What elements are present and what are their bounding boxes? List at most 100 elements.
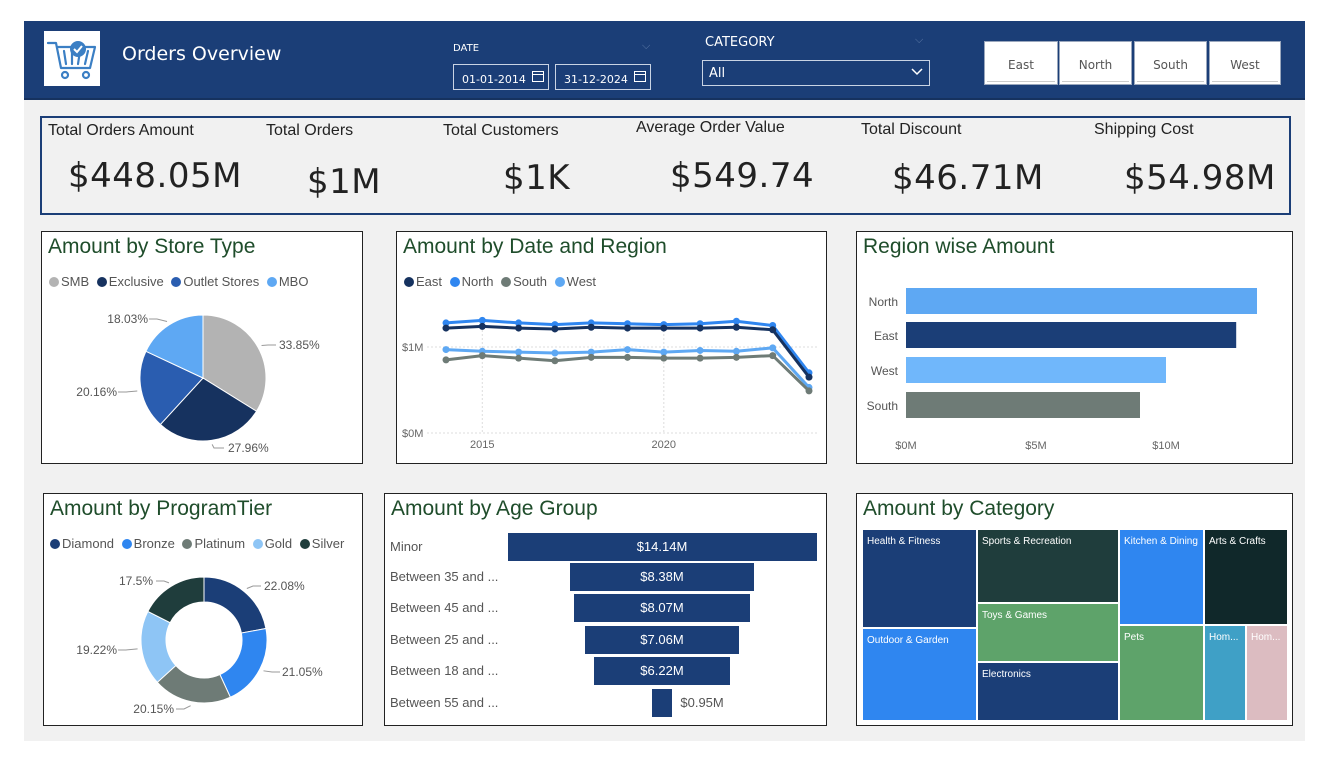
date-region-card: Amount by Date and Region East North Sou… [396, 231, 827, 464]
treemap-tile: Pets [1119, 625, 1204, 721]
region-button-east[interactable]: East [984, 41, 1058, 85]
data-point [478, 352, 486, 360]
dashboard-canvas: Orders Overview DATE ⌵ 01-01-2014 31-12-… [0, 0, 1323, 757]
kpi-value: $54.98M [1124, 158, 1276, 198]
leader-line [263, 670, 280, 673]
data-point [732, 323, 740, 331]
leader-line [118, 390, 138, 393]
kpi-label: Total Customers [443, 122, 559, 139]
treemap-tile: Sports & Recreation [977, 529, 1119, 603]
data-point [551, 357, 559, 365]
kpi-value: $1K [503, 158, 571, 198]
date-from-input[interactable]: 01-01-2014 [453, 64, 549, 90]
treemap-tile: Electronics [977, 662, 1119, 721]
date-to-input[interactable]: 31-12-2024 [555, 64, 651, 90]
region-amount-card: Region wise Amount North East West South $0M… [856, 231, 1293, 464]
age-group-card: Amount by Age Group Minor $14.14M Between … [384, 493, 827, 726]
data-point [660, 324, 668, 332]
data-point [442, 346, 450, 354]
category-filter-chevron-icon[interactable]: ⌵ [915, 33, 923, 47]
data-point [551, 325, 559, 333]
region-bar-chart[interactable]: North East West South $0M $5M $10M [857, 232, 1292, 463]
data-point [515, 324, 523, 332]
series-line-south [445, 354, 811, 392]
category-dropdown[interactable]: All [702, 60, 930, 86]
data-point [805, 373, 813, 381]
data-point [442, 324, 450, 332]
region-button-north[interactable]: North [1059, 41, 1132, 85]
program-tier-donut-chart[interactable]: 22.08% 21.05% 20.15% 19.22% 17.5% [44, 494, 362, 725]
treemap-tile: Outdoor & Garden [862, 628, 977, 721]
region-button-west[interactable]: West [1209, 41, 1281, 85]
data-label: $0.95M [680, 695, 724, 710]
data-label: 20.15% [133, 702, 174, 716]
category-treemap[interactable]: Health & Fitness Outdoor & Garden Sports &… [862, 529, 1288, 721]
y-tick-label: $1M [402, 342, 423, 354]
funnel-bar: $8.07M [573, 594, 751, 622]
data-point [624, 346, 631, 354]
treemap-tile: Arts & Crafts [1204, 529, 1288, 625]
category-label: Between 45 and ... [390, 600, 499, 615]
leader-line [176, 705, 191, 710]
date-filter-label: DATE [453, 43, 480, 54]
category-card: Amount by Category Health & Fitness Outdo… [856, 493, 1293, 726]
bar [906, 357, 1166, 383]
data-point [732, 347, 740, 355]
date-region-line-chart[interactable]: $1M $0M 2015 2020 [397, 232, 826, 463]
data-point [732, 317, 740, 325]
bar [906, 322, 1237, 348]
calendar-icon[interactable] [634, 71, 646, 82]
category-filter-label: CATEGORY [705, 35, 775, 50]
x-tick-label: 2020 [652, 439, 676, 451]
calendar-icon[interactable] [532, 71, 544, 82]
card-title: Amount by Category [863, 497, 1055, 520]
store-type-pie-chart[interactable]: 33.85% 27.96% 20.16% 18.03% [42, 232, 362, 465]
data-point [769, 326, 777, 334]
category-label: Between 25 and ... [390, 632, 499, 647]
category-label: Minor [390, 539, 423, 554]
category-label: Between 55 and ... [390, 695, 499, 710]
region-button-south[interactable]: South [1134, 41, 1207, 85]
y-tick-label: $0M [402, 428, 423, 440]
pie-slice [203, 576, 267, 634]
data-label: 27.96% [228, 441, 269, 455]
x-tick-label: 2015 [470, 439, 494, 451]
data-point [478, 322, 486, 330]
pie-slice [147, 576, 205, 624]
data-point [696, 354, 704, 362]
store-type-card: Amount by Store Type SMB Exclusive Outle… [41, 231, 363, 464]
x-tick-label: $0M [895, 440, 916, 452]
leader-line [149, 318, 168, 322]
kpi-label: Shipping Cost [1094, 121, 1194, 138]
data-point [515, 354, 523, 362]
kpi-label: Total Discount [861, 121, 962, 138]
bar [906, 288, 1257, 314]
data-label: 22.08% [264, 579, 305, 593]
age-group-funnel-chart[interactable]: Minor $14.14M Between 35 and ... $8.38M Betw… [385, 494, 826, 725]
kpi-value: $448.05M [68, 156, 242, 196]
treemap-tile: Hom... [1204, 625, 1246, 721]
treemap-tile: Hom... [1246, 625, 1288, 721]
bar [906, 392, 1140, 418]
category-label: Between 35 and ... [390, 569, 499, 584]
data-point [769, 344, 777, 352]
data-point [478, 316, 486, 324]
category-label: Between 18 and ... [390, 663, 499, 678]
treemap-tile: Health & Fitness [862, 529, 977, 628]
data-label: 33.85% [279, 338, 320, 352]
data-point [660, 354, 668, 362]
treemap-tile: Kitchen & Dining [1119, 529, 1204, 625]
leader-line [246, 585, 261, 589]
kpi-value: $549.74 [670, 156, 815, 196]
data-point [696, 324, 704, 332]
data-point [696, 346, 704, 354]
x-tick-label: $5M [1025, 440, 1046, 452]
chevron-down-icon [911, 68, 923, 76]
data-label: 18.03% [107, 312, 148, 326]
data-point [805, 387, 813, 395]
category-label: East [874, 329, 899, 343]
kpi-value: $1M [307, 162, 382, 202]
date-filter-chevron-icon[interactable]: ⌵ [642, 39, 650, 53]
shopping-cart-logo-icon [44, 31, 100, 86]
leader-line [118, 648, 138, 651]
